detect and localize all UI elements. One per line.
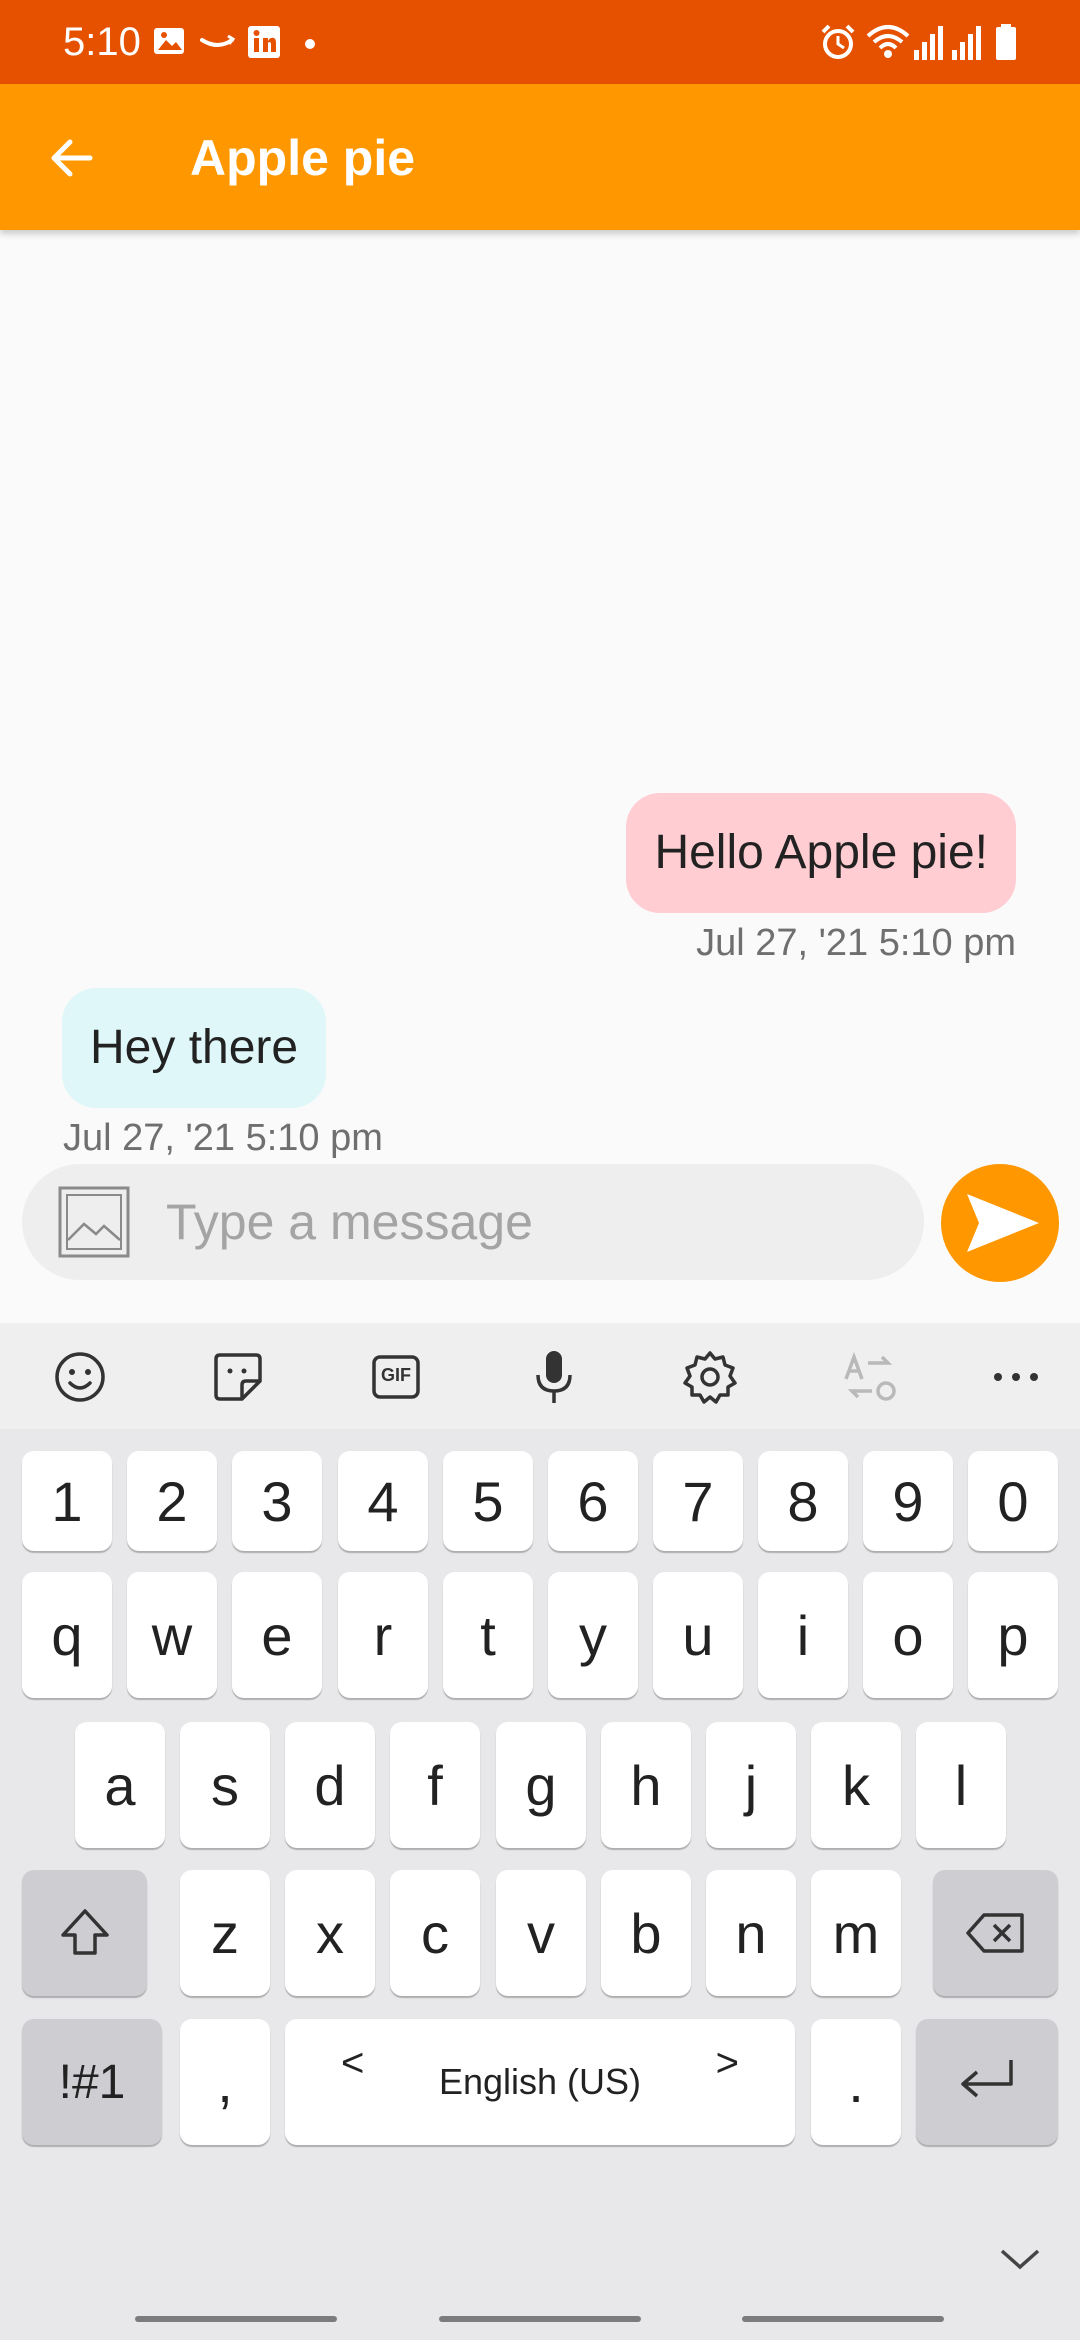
page-title: Apple pie — [190, 130, 416, 186]
key-1[interactable]: 1 — [22, 1451, 112, 1551]
signal-icon — [914, 26, 943, 60]
key-5[interactable]: 5 — [443, 1451, 533, 1551]
arrow-back-icon[interactable] — [40, 126, 104, 190]
key-e[interactable]: e — [232, 1572, 322, 1698]
sticker-icon[interactable] — [206, 1345, 270, 1409]
key-q[interactable]: q — [22, 1572, 112, 1698]
translate-icon[interactable] — [838, 1345, 902, 1409]
key-7[interactable]: 7 — [653, 1451, 743, 1551]
enter-key[interactable] — [916, 2019, 1058, 2145]
keyboard-toolbar: GIF — [0, 1323, 1080, 1429]
message-text: Hello Apple pie! — [654, 826, 988, 879]
key-k[interactable]: k — [811, 1722, 901, 1848]
key-n[interactable]: n — [706, 1870, 796, 1996]
backspace-key[interactable] — [933, 1870, 1058, 1996]
key-h[interactable]: h — [601, 1722, 691, 1848]
key-j[interactable]: j — [706, 1722, 796, 1848]
chat-screen: 5:10 Apple pie Hello Apple pie! Jul 27, … — [0, 0, 1080, 2340]
key-r[interactable]: r — [338, 1572, 428, 1698]
language-label: English (US) — [438, 2061, 642, 2102]
chevron-down-icon[interactable] — [996, 2241, 1044, 2277]
key-p[interactable]: p — [968, 1572, 1058, 1698]
settings-icon[interactable] — [678, 1345, 742, 1409]
key-w[interactable]: w — [127, 1572, 217, 1698]
status-bar: 5:10 — [0, 0, 1080, 84]
battery-icon — [996, 24, 1016, 60]
key-s[interactable]: s — [180, 1722, 270, 1848]
key-o[interactable]: o — [863, 1572, 953, 1698]
key-z[interactable]: z — [180, 1870, 270, 1996]
nav-hint[interactable] — [439, 2316, 641, 2322]
key-y[interactable]: y — [548, 1572, 638, 1698]
key-m[interactable]: m — [811, 1870, 901, 1996]
more-icon[interactable] — [984, 1345, 1048, 1409]
shift-key[interactable] — [22, 1870, 147, 1996]
key-x[interactable]: x — [285, 1870, 375, 1996]
linkedin-icon — [248, 26, 280, 58]
key-t[interactable]: t — [443, 1572, 533, 1698]
image-icon[interactable] — [58, 1186, 130, 1258]
key-6[interactable]: 6 — [548, 1451, 638, 1551]
nav-hint[interactable] — [742, 2316, 944, 2322]
key-v[interactable]: v — [496, 1870, 586, 1996]
amazon-icon — [200, 34, 236, 47]
key-9[interactable]: 9 — [863, 1451, 953, 1551]
key-comma[interactable]: , — [180, 2019, 270, 2145]
alarm-icon — [821, 24, 855, 59]
key-i[interactable]: i — [758, 1572, 848, 1698]
key-d[interactable]: d — [285, 1722, 375, 1848]
space-bar[interactable]: < English (US) > — [285, 2019, 795, 2145]
message-list[interactable]: Hello Apple pie! Jul 27, '21 5:10 pm Hey… — [0, 230, 1080, 1162]
shift-icon — [60, 1909, 109, 1955]
incoming-message-bubble[interactable]: Hey there — [62, 988, 327, 1108]
key-l[interactable]: l — [916, 1722, 1006, 1848]
keyboard: GIF 1 2 3 4 5 6 7 8 9 0 q w e r t y u i … — [0, 1323, 1080, 2340]
key-b[interactable]: b — [601, 1870, 691, 1996]
send-button[interactable] — [941, 1164, 1059, 1282]
message-composer — [22, 1164, 924, 1280]
signal-icon — [952, 26, 981, 60]
status-time: 5:10 — [63, 20, 141, 64]
gif-icon[interactable]: GIF — [364, 1345, 428, 1409]
key-8[interactable]: 8 — [758, 1451, 848, 1551]
gif-label: GIF — [381, 1365, 411, 1385]
key-4[interactable]: 4 — [338, 1451, 428, 1551]
message-timestamp: Jul 27, '21 5:10 pm — [63, 1117, 383, 1159]
wifi-icon — [866, 25, 910, 58]
enter-icon — [961, 2060, 1013, 2098]
app-bar: Apple pie — [0, 84, 1080, 230]
key-0[interactable]: 0 — [968, 1451, 1058, 1551]
nav-hint[interactable] — [135, 2316, 337, 2322]
key-3[interactable]: 3 — [232, 1451, 322, 1551]
language-next: > — [715, 2041, 739, 2085]
emoji-icon[interactable] — [48, 1345, 112, 1409]
key-2[interactable]: 2 — [127, 1451, 217, 1551]
key-g[interactable]: g — [496, 1722, 586, 1848]
message-text: Hey there — [90, 1021, 299, 1074]
symbols-key[interactable]: !#1 — [22, 2019, 162, 2145]
key-u[interactable]: u — [653, 1572, 743, 1698]
microphone-icon[interactable] — [522, 1345, 586, 1409]
send-icon — [967, 1194, 1039, 1252]
backspace-icon — [965, 1913, 1024, 1953]
key-c[interactable]: c — [390, 1870, 480, 1996]
key-period[interactable]: . — [811, 2019, 901, 2145]
message-input[interactable] — [166, 1186, 886, 1258]
image-icon — [154, 28, 184, 54]
key-f[interactable]: f — [390, 1722, 480, 1848]
dot-icon — [305, 39, 315, 49]
language-prev: < — [341, 2041, 365, 2085]
outgoing-message-bubble[interactable]: Hello Apple pie! — [626, 793, 1016, 913]
key-a[interactable]: a — [75, 1722, 165, 1848]
message-timestamp: Jul 27, '21 5:10 pm — [696, 922, 1016, 964]
